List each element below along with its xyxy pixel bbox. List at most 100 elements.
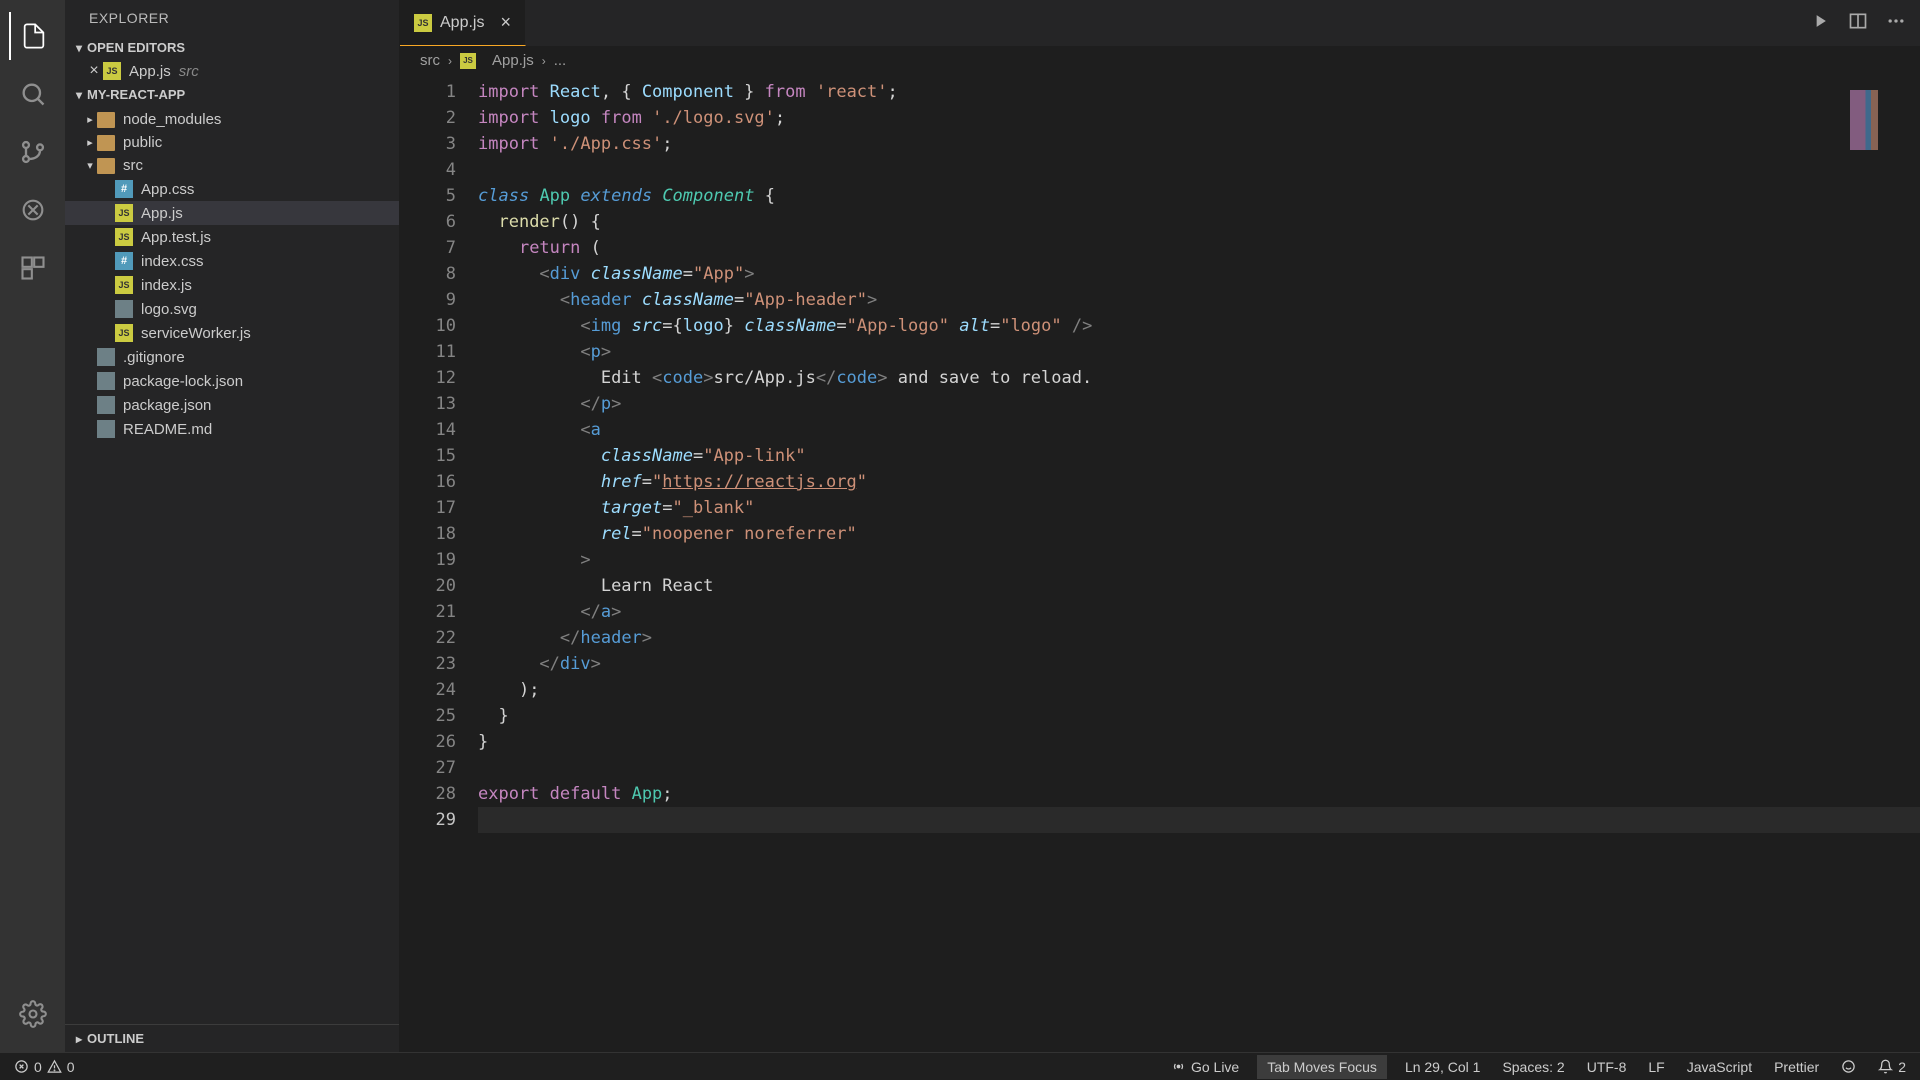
open-editors-label: OPEN EDITORS [87, 40, 185, 55]
activity-settings[interactable] [9, 990, 57, 1038]
open-editor-dir: src [179, 63, 199, 80]
breadcrumb-part[interactable]: src [420, 52, 440, 69]
status-bar: 0 0 Go Live Tab Moves Focus Ln 29, Col 1… [0, 1052, 1920, 1080]
code-editor[interactable]: 1234567891011121314151617181920212223242… [400, 75, 1920, 1052]
file-item[interactable]: package.json [65, 393, 399, 417]
open-editor-filename: App.js [129, 63, 171, 80]
activity-source-control[interactable] [9, 128, 57, 176]
smiley-icon [1841, 1059, 1856, 1074]
activity-debug[interactable] [9, 186, 57, 234]
status-feedback[interactable] [1837, 1059, 1860, 1074]
status-eol[interactable]: LF [1644, 1059, 1668, 1075]
branch-icon [19, 138, 47, 166]
files-icon [20, 22, 48, 50]
folder-item[interactable]: ▾ src [65, 154, 399, 177]
chevron-icon: ▾ [83, 159, 97, 172]
run-button[interactable] [1810, 11, 1830, 36]
tab-actions [1810, 0, 1920, 46]
tree-item-label: App.js [141, 205, 183, 222]
project-label: MY-REACT-APP [87, 87, 185, 102]
file-tree: ▸node_modules▸public▾src#App.cssJSApp.js… [65, 106, 399, 1024]
project-header[interactable]: ▾ MY-REACT-APP [65, 83, 399, 106]
file-icon [115, 300, 133, 318]
folder-icon [97, 112, 115, 128]
close-icon[interactable]: × [85, 62, 103, 80]
js-file-icon: JS [414, 14, 432, 32]
status-notifications[interactable]: 2 [1874, 1059, 1910, 1075]
js-file-icon: JS [115, 324, 133, 342]
tree-item-label: serviceWorker.js [141, 325, 251, 342]
folder-item[interactable]: ▸ node_modules [65, 108, 399, 131]
activity-search[interactable] [9, 70, 57, 118]
line-gutter: 1234567891011121314151617181920212223242… [400, 75, 478, 1052]
folder-item[interactable]: ▸ public [65, 131, 399, 154]
status-prettier[interactable]: Prettier [1770, 1059, 1823, 1075]
warning-icon [47, 1059, 62, 1074]
css-file-icon: # [115, 180, 133, 198]
outline-label: OUTLINE [87, 1031, 144, 1046]
tree-item-label: package.json [123, 397, 211, 414]
breadcrumb[interactable]: src › JS App.js › ... [400, 46, 1920, 75]
close-icon[interactable]: × [500, 12, 511, 33]
split-editor-button[interactable] [1848, 11, 1868, 36]
tree-item-label: index.css [141, 253, 204, 270]
open-editors-header[interactable]: ▾ OPEN EDITORS [65, 36, 399, 59]
chevron-right-icon: › [542, 54, 546, 68]
activity-explorer[interactable] [9, 12, 57, 60]
error-icon [14, 1059, 29, 1074]
chevron-down-icon: ▾ [71, 41, 87, 55]
more-actions-button[interactable] [1886, 11, 1906, 36]
activity-bar [0, 0, 65, 1052]
status-errors[interactable]: 0 0 [10, 1059, 79, 1075]
tree-item-label: index.js [141, 277, 192, 294]
tree-item-label: src [123, 157, 143, 174]
file-item[interactable]: README.md [65, 417, 399, 441]
open-editor-item[interactable]: × JS App.js src [65, 59, 399, 83]
chevron-icon: ▸ [83, 136, 97, 149]
chevron-right-icon: › [448, 54, 452, 68]
search-icon [19, 80, 47, 108]
status-cursor[interactable]: Ln 29, Col 1 [1401, 1059, 1485, 1075]
editor-tab[interactable]: JS App.js × [400, 0, 526, 46]
file-icon [97, 396, 115, 414]
file-item[interactable]: JSApp.js [65, 201, 399, 225]
file-item[interactable]: package-lock.json [65, 369, 399, 393]
explorer-sidebar: EXPLORER ▾ OPEN EDITORS × JS App.js src … [65, 0, 400, 1052]
file-item[interactable]: .gitignore [65, 345, 399, 369]
status-encoding[interactable]: UTF-8 [1583, 1059, 1631, 1075]
folder-icon [97, 158, 115, 174]
breadcrumb-part[interactable]: App.js [492, 52, 534, 69]
file-item[interactable]: logo.svg [65, 297, 399, 321]
file-item[interactable]: JSindex.js [65, 273, 399, 297]
outline-header[interactable]: ▸ OUTLINE [65, 1024, 399, 1052]
bug-icon [19, 196, 47, 224]
minimap[interactable] [1850, 90, 1920, 150]
file-item[interactable]: JS serviceWorker.js [65, 321, 399, 345]
extensions-icon [19, 254, 47, 282]
tree-item-label: App.test.js [141, 229, 211, 246]
tree-item-label: node_modules [123, 111, 221, 128]
breadcrumb-part[interactable]: ... [554, 52, 567, 69]
file-icon [97, 420, 115, 438]
css-file-icon: # [115, 252, 133, 270]
file-icon [97, 372, 115, 390]
status-tab-focus[interactable]: Tab Moves Focus [1257, 1055, 1387, 1079]
code-content[interactable]: import React, { Component } from 'react'… [478, 75, 1920, 1052]
status-go-live[interactable]: Go Live [1167, 1059, 1243, 1075]
tree-item-label: .gitignore [123, 349, 185, 366]
play-icon [1810, 11, 1830, 31]
file-item[interactable]: JS App.test.js [65, 225, 399, 249]
status-language[interactable]: JavaScript [1683, 1059, 1756, 1075]
status-spaces[interactable]: Spaces: 2 [1498, 1059, 1568, 1075]
js-file-icon: JS [115, 228, 133, 246]
chevron-icon: ▸ [83, 113, 97, 126]
activity-extensions[interactable] [9, 244, 57, 292]
chevron-right-icon: ▸ [71, 1032, 87, 1046]
file-item[interactable]: #App.css [65, 177, 399, 201]
file-item[interactable]: # index.css [65, 249, 399, 273]
tree-item-label: README.md [123, 421, 212, 438]
ellipsis-icon [1886, 11, 1906, 31]
chevron-down-icon: ▾ [71, 88, 87, 102]
tree-item-label: public [123, 134, 162, 151]
js-file-icon: JS [460, 53, 476, 69]
